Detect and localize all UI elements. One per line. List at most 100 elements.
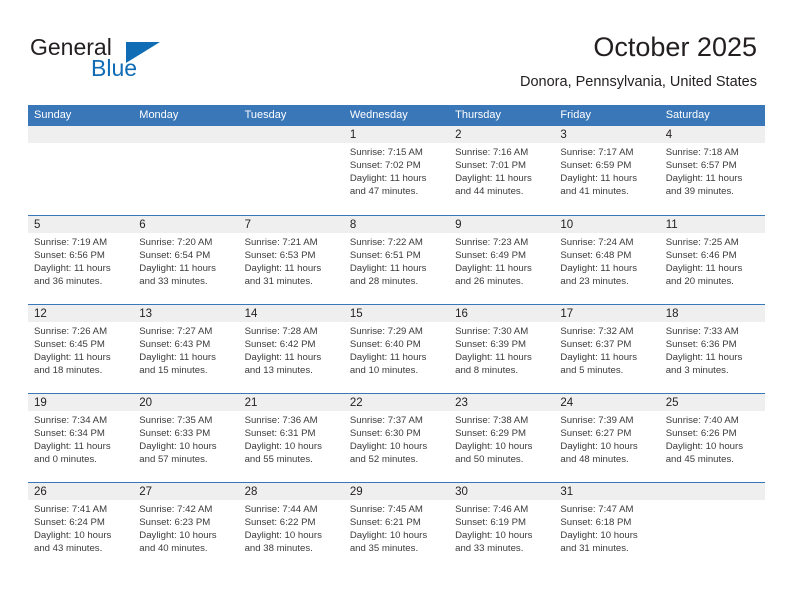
daylight-duration-line1: Daylight: 11 hours	[349, 263, 427, 275]
day-number-band	[554, 126, 660, 143]
day-number: 1	[349, 129, 357, 141]
day-cell[interactable]: 20 Sunrise: 7:35 AM Sunset: 6:33 PM Dayligh…	[133, 394, 239, 482]
day-number-band	[449, 216, 555, 233]
day-cell[interactable]: 22 Sunrise: 7:37 AM Sunset: 6:30 PM Dayligh…	[343, 394, 450, 482]
daylight-duration-line1: Daylight: 10 hours	[349, 530, 428, 542]
sun-times: Sunrise: 7:17 AM Sunset: 6:59 PM Daylight:…	[560, 146, 655, 198]
sun-times: Sunrise: 7:39 AM Sunset: 6:27 PM Daylight:…	[560, 414, 655, 466]
day-cell[interactable]: 9 Sunrise: 7:23 AM Sunset: 6:49 PM Daylight…	[449, 216, 555, 304]
sunrise-time: Sunrise: 7:30 AM	[455, 326, 529, 337]
sun-times: Sunrise: 7:15 AM Sunset: 7:02 PM Daylight:…	[350, 146, 445, 198]
daylight-duration-line2: and 47 minutes.	[349, 186, 419, 198]
sunset-time: Sunset: 6:29 PM	[455, 428, 527, 440]
day-cell[interactable]: 18 Sunrise: 7:33 AM Sunset: 6:36 PM Dayligh…	[659, 305, 765, 393]
sunrise-time: Sunrise: 7:27 AM	[139, 326, 213, 337]
location-subtitle: Donora, Pennsylvania, United States	[520, 74, 757, 90]
day-cell[interactable]: 27 Sunrise: 7:42 AM Sunset: 6:23 PM Dayligh…	[133, 483, 239, 571]
day-cell[interactable]: 16 Sunrise: 7:30 AM Sunset: 6:39 PM Dayligh…	[449, 305, 555, 393]
week-row: 19 Sunrise: 7:34 AM Sunset: 6:34 PM Dayligh…	[28, 393, 765, 482]
sunrise-time: Sunrise: 7:41 AM	[34, 504, 108, 515]
sunset-time: Sunset: 6:22 PM	[244, 517, 316, 529]
day-cell[interactable]: 15 Sunrise: 7:29 AM Sunset: 6:40 PM Dayligh…	[343, 305, 450, 393]
daylight-duration-line2: and 33 minutes.	[139, 276, 208, 288]
sunset-time: Sunset: 6:23 PM	[139, 517, 211, 529]
sunset-time: Sunset: 6:45 PM	[34, 339, 105, 351]
sunset-time: Sunset: 6:26 PM	[665, 428, 737, 440]
daylight-duration-line1: Daylight: 10 hours	[139, 530, 217, 542]
sunrise-time: Sunrise: 7:19 AM	[34, 237, 108, 248]
sunset-time: Sunset: 6:43 PM	[139, 339, 211, 351]
day-cell[interactable]: 24 Sunrise: 7:39 AM Sunset: 6:27 PM Dayligh…	[554, 394, 660, 482]
daylight-duration-line2: and 52 minutes.	[349, 454, 419, 466]
day-cell[interactable]: 1 Sunrise: 7:15 AM Sunset: 7:02 PM Daylight…	[343, 126, 450, 215]
day-cell[interactable]: 25 Sunrise: 7:40 AM Sunset: 6:26 PM Dayligh…	[659, 394, 765, 482]
day-cell[interactable]: 30 Sunrise: 7:46 AM Sunset: 6:19 PM Dayligh…	[449, 483, 555, 571]
day-cell[interactable]: 5 Sunrise: 7:19 AM Sunset: 6:56 PM Daylight…	[28, 216, 134, 304]
sunset-time: Sunset: 6:18 PM	[560, 517, 632, 529]
daylight-duration-line2: and 13 minutes.	[244, 365, 313, 377]
sun-times: Sunrise: 7:35 AM Sunset: 6:33 PM Daylight:…	[139, 414, 234, 466]
sunrise-time: Sunrise: 7:29 AM	[349, 326, 423, 337]
week-row: 26 Sunrise: 7:41 AM Sunset: 6:24 PM Dayligh…	[28, 482, 765, 571]
day-cell[interactable]: 29 Sunrise: 7:45 AM Sunset: 6:21 PM Dayligh…	[343, 483, 450, 571]
daylight-duration-line1: Daylight: 11 hours	[244, 352, 322, 364]
sunset-time: Sunset: 6:27 PM	[560, 428, 632, 440]
day-cell[interactable]: 28 Sunrise: 7:44 AM Sunset: 6:22 PM Dayligh…	[238, 483, 344, 571]
day-cell[interactable]: 26 Sunrise: 7:41 AM Sunset: 6:24 PM Dayligh…	[28, 483, 134, 571]
weekday-header-thursday: Thursday	[455, 109, 501, 121]
day-number: 11	[665, 219, 678, 231]
week-row: 1 Sunrise: 7:15 AM Sunset: 7:02 PM Daylight…	[28, 126, 765, 215]
day-cell[interactable]: 2 Sunrise: 7:16 AM Sunset: 7:01 PM Daylight…	[449, 126, 555, 215]
day-cell[interactable]: 21 Sunrise: 7:36 AM Sunset: 6:31 PM Dayligh…	[238, 394, 344, 482]
week-row: 12 Sunrise: 7:26 AM Sunset: 6:45 PM Dayligh…	[28, 304, 765, 393]
day-cell[interactable]: 13 Sunrise: 7:27 AM Sunset: 6:43 PM Dayligh…	[133, 305, 239, 393]
sunset-time: Sunset: 6:34 PM	[34, 428, 105, 440]
sunrise-time: Sunrise: 7:38 AM	[455, 415, 529, 426]
daylight-duration-line2: and 36 minutes.	[34, 276, 103, 288]
sunset-time: Sunset: 6:30 PM	[349, 428, 421, 440]
day-cell[interactable]: 19 Sunrise: 7:34 AM Sunset: 6:34 PM Dayligh…	[28, 394, 134, 482]
daylight-duration-line1: Daylight: 11 hours	[560, 263, 638, 275]
day-number: 29	[349, 486, 363, 498]
page-header: General Blue October 2025 Donora, Pennsy…	[0, 0, 792, 100]
day-cell[interactable]: 3 Sunrise: 7:17 AM Sunset: 6:59 PM Daylight…	[554, 126, 660, 215]
day-cell[interactable]: 14 Sunrise: 7:28 AM Sunset: 6:42 PM Dayligh…	[238, 305, 344, 393]
daylight-duration-line1: Daylight: 11 hours	[34, 263, 111, 275]
sunset-time: Sunset: 6:42 PM	[244, 339, 316, 351]
sun-times: Sunrise: 7:46 AM Sunset: 6:19 PM Daylight:…	[455, 503, 550, 555]
day-cell[interactable]: 4 Sunrise: 7:18 AM Sunset: 6:57 PM Daylight…	[659, 126, 765, 215]
day-cell[interactable]: 11 Sunrise: 7:25 AM Sunset: 6:46 PM Dayligh…	[659, 216, 765, 304]
daylight-duration-line1: Daylight: 11 hours	[560, 352, 638, 364]
day-number: 2	[455, 129, 462, 141]
day-number: 9	[455, 219, 462, 231]
day-cell[interactable]: 23 Sunrise: 7:38 AM Sunset: 6:29 PM Dayligh…	[449, 394, 555, 482]
day-number-band	[238, 126, 344, 143]
day-number: 17	[560, 308, 574, 320]
day-number: 21	[244, 397, 258, 409]
day-cell-empty	[659, 483, 765, 571]
day-cell[interactable]: 6 Sunrise: 7:20 AM Sunset: 6:54 PM Daylight…	[133, 216, 239, 304]
day-number: 6	[139, 219, 146, 231]
daylight-duration-line2: and 44 minutes.	[455, 186, 524, 198]
day-cell[interactable]: 12 Sunrise: 7:26 AM Sunset: 6:45 PM Dayligh…	[28, 305, 134, 393]
day-number: 4	[665, 129, 673, 141]
daylight-duration-line2: and 28 minutes.	[349, 276, 419, 288]
sunset-time: Sunset: 7:02 PM	[349, 160, 421, 172]
daylight-duration-line2: and 35 minutes.	[349, 543, 419, 555]
sun-times: Sunrise: 7:21 AM Sunset: 6:53 PM Daylight:…	[245, 236, 340, 288]
day-cell[interactable]: 8 Sunrise: 7:22 AM Sunset: 6:51 PM Daylight…	[343, 216, 450, 304]
day-cell[interactable]: 31 Sunrise: 7:47 AM Sunset: 6:18 PM Dayligh…	[554, 483, 660, 571]
brand-logo: General Blue	[30, 34, 210, 86]
daylight-duration-line2: and 45 minutes.	[665, 454, 734, 466]
calendar-grid: Sunday Monday Tuesday Wednesday Thursday Frid…	[28, 105, 765, 571]
day-number-band	[28, 126, 134, 143]
daylight-duration-line1: Daylight: 11 hours	[139, 263, 216, 275]
day-cell[interactable]: 17 Sunrise: 7:32 AM Sunset: 6:37 PM Dayligh…	[554, 305, 660, 393]
sunrise-time: Sunrise: 7:36 AM	[244, 415, 318, 426]
day-cell[interactable]: 7 Sunrise: 7:21 AM Sunset: 6:53 PM Daylight…	[238, 216, 344, 304]
day-cell[interactable]: 10 Sunrise: 7:24 AM Sunset: 6:48 PM Dayligh…	[554, 216, 660, 304]
weekday-header-friday: Friday	[560, 109, 591, 121]
daylight-duration-line1: Daylight: 11 hours	[455, 173, 532, 185]
sun-times: Sunrise: 7:47 AM Sunset: 6:18 PM Daylight:…	[560, 503, 655, 555]
sun-times: Sunrise: 7:18 AM Sunset: 6:57 PM Daylight:…	[666, 146, 761, 198]
